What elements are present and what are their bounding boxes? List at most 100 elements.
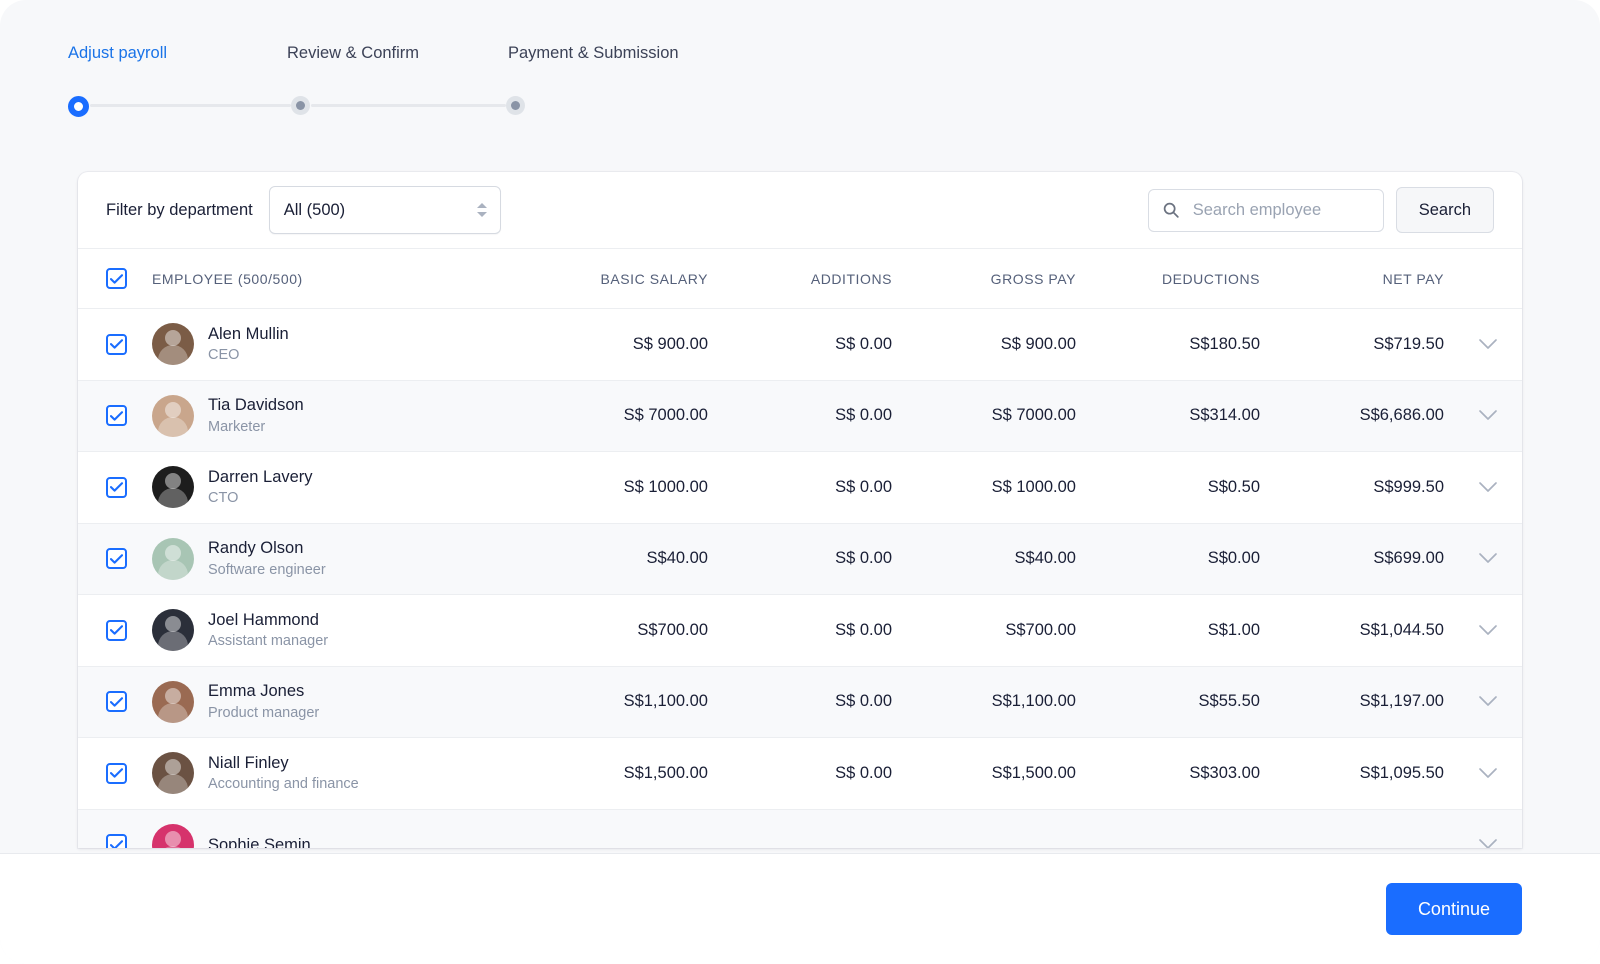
- cell-basic-salary: S$ 900.00: [524, 335, 708, 354]
- stepper-dot-review-confirm[interactable]: [291, 96, 310, 115]
- table-header-row: EMPLOYEE (500/500) BASIC SALARY ADDITION…: [78, 249, 1522, 309]
- header-deductions[interactable]: DEDUCTIONS: [1076, 271, 1260, 287]
- chevron-down-icon: [1478, 481, 1498, 494]
- check-icon: [110, 274, 123, 284]
- table-row[interactable]: Sophie Semin: [78, 810, 1522, 849]
- row-checkbox[interactable]: [106, 334, 127, 355]
- row-expand-button[interactable]: [1444, 695, 1498, 708]
- check-icon: [110, 554, 123, 564]
- employee-text: Tia DavidsonMarketer: [208, 394, 304, 437]
- row-checkbox[interactable]: [106, 548, 127, 569]
- employee-text: Darren LaveryCTO: [208, 466, 313, 509]
- select-all-cell: [106, 268, 140, 289]
- cell-gross-pay: S$40.00: [892, 549, 1076, 568]
- employee-role: Accounting and finance: [208, 774, 359, 794]
- cell-additions: S$ 0.00: [708, 692, 892, 711]
- filter-by-department-label: Filter by department: [106, 201, 253, 220]
- department-select[interactable]: All (500): [269, 186, 501, 234]
- table-row[interactable]: Tia DavidsonMarketerS$ 7000.00S$ 0.00S$ …: [78, 381, 1522, 453]
- row-select-cell: [106, 477, 140, 498]
- continue-button[interactable]: Continue: [1386, 883, 1522, 935]
- row-expand-button[interactable]: [1444, 624, 1498, 637]
- select-stepper-icon: [477, 203, 487, 217]
- table-row[interactable]: Emma JonesProduct managerS$1,100.00S$ 0.…: [78, 667, 1522, 739]
- cell-basic-salary: S$1,100.00: [524, 692, 708, 711]
- employee-name: Darren Lavery: [208, 466, 313, 488]
- avatar: [152, 323, 194, 365]
- cell-additions: S$ 0.00: [708, 478, 892, 497]
- avatar: [152, 824, 194, 848]
- row-expand-button[interactable]: [1444, 552, 1498, 565]
- table-row[interactable]: Niall FinleyAccounting and financeS$1,50…: [78, 738, 1522, 810]
- row-select-cell: [106, 620, 140, 641]
- stepper-label-adjust-payroll[interactable]: Adjust payroll: [68, 44, 167, 63]
- check-icon: [110, 697, 123, 707]
- row-expand-button[interactable]: [1444, 338, 1498, 351]
- page-footer: Continue: [0, 853, 1600, 964]
- cell-net-pay: S$1,095.50: [1260, 764, 1444, 783]
- stepper-label-review-confirm[interactable]: Review & Confirm: [287, 44, 419, 63]
- stepper-label-payment-submission[interactable]: Payment & Submission: [508, 44, 679, 63]
- row-expand-button[interactable]: [1444, 409, 1498, 422]
- cell-deductions: S$1.00: [1076, 621, 1260, 640]
- table-row[interactable]: Alen MullinCEOS$ 900.00S$ 0.00S$ 900.00S…: [78, 309, 1522, 381]
- row-select-cell: [106, 691, 140, 712]
- row-checkbox[interactable]: [106, 834, 127, 848]
- table-row[interactable]: Darren LaveryCTO S$ 1000.00S$ 0.00S$ 1000…: [78, 452, 1522, 524]
- header-gross-pay[interactable]: GROSS PAY: [892, 271, 1076, 287]
- employee-name: Joel Hammond: [208, 609, 328, 631]
- cell-gross-pay: S$1,100.00: [892, 692, 1076, 711]
- cell-basic-salary: S$700.00: [524, 621, 708, 640]
- select-all-checkbox[interactable]: [106, 268, 127, 289]
- row-checkbox[interactable]: [106, 620, 127, 641]
- cell-additions: S$ 0.00: [708, 549, 892, 568]
- check-icon: [110, 768, 123, 778]
- cell-deductions: S$0.50: [1076, 478, 1260, 497]
- search-area: Search: [1148, 187, 1494, 233]
- row-checkbox[interactable]: [106, 405, 127, 426]
- stepper-dot-payment-submission[interactable]: [506, 96, 525, 115]
- check-icon: [110, 411, 123, 421]
- chevron-down-icon: [1478, 624, 1498, 637]
- cell-deductions: S$180.50: [1076, 335, 1260, 354]
- avatar: [152, 538, 194, 580]
- header-basic-salary[interactable]: BASIC SALARY: [524, 271, 708, 287]
- table-row[interactable]: Randy OlsonSoftware engineerS$40.00S$ 0.…: [78, 524, 1522, 596]
- cell-net-pay: S$699.00: [1260, 549, 1444, 568]
- row-select-cell: [106, 548, 140, 569]
- check-icon: [110, 840, 123, 848]
- row-checkbox[interactable]: [106, 763, 127, 784]
- cell-gross-pay: S$ 1000.00: [892, 478, 1076, 497]
- employee-cell: Sophie Semin: [140, 824, 524, 848]
- employee-role: Product manager: [208, 703, 319, 723]
- stepper-dot-adjust-payroll[interactable]: [68, 96, 89, 117]
- employee-name: Tia Davidson: [208, 394, 304, 416]
- payroll-page: Adjust payroll Review & Confirm Payment …: [0, 0, 1600, 964]
- avatar: [152, 395, 194, 437]
- search-input-wrapper[interactable]: [1148, 189, 1384, 232]
- employee-text: Alen MullinCEO: [208, 323, 289, 366]
- row-expand-button[interactable]: [1444, 481, 1498, 494]
- cell-basic-salary: S$ 1000.00: [524, 478, 708, 497]
- cell-basic-salary: S$ 7000.00: [524, 406, 708, 425]
- header-net-pay[interactable]: NET PAY: [1260, 271, 1444, 287]
- check-icon: [110, 482, 123, 492]
- cell-net-pay: S$1,197.00: [1260, 692, 1444, 711]
- cell-deductions: S$0.00: [1076, 549, 1260, 568]
- stepper-labels: Adjust payroll Review & Confirm Payment …: [68, 44, 768, 70]
- row-checkbox[interactable]: [106, 477, 127, 498]
- row-select-cell: [106, 834, 140, 848]
- search-button[interactable]: Search: [1396, 187, 1494, 233]
- row-checkbox[interactable]: [106, 691, 127, 712]
- cell-basic-salary: S$1,500.00: [524, 764, 708, 783]
- row-select-cell: [106, 405, 140, 426]
- search-input[interactable]: [1193, 190, 1383, 231]
- header-employee[interactable]: EMPLOYEE (500/500): [140, 271, 524, 287]
- cell-deductions: S$314.00: [1076, 406, 1260, 425]
- row-expand-button[interactable]: [1444, 838, 1498, 848]
- table-row[interactable]: Joel HammondAssistant managerS$700.00S$ …: [78, 595, 1522, 667]
- chevron-down-icon: [1478, 552, 1498, 565]
- header-additions[interactable]: ADDITIONS: [708, 271, 892, 287]
- employee-cell: Niall FinleyAccounting and finance: [140, 752, 524, 795]
- row-expand-button[interactable]: [1444, 767, 1498, 780]
